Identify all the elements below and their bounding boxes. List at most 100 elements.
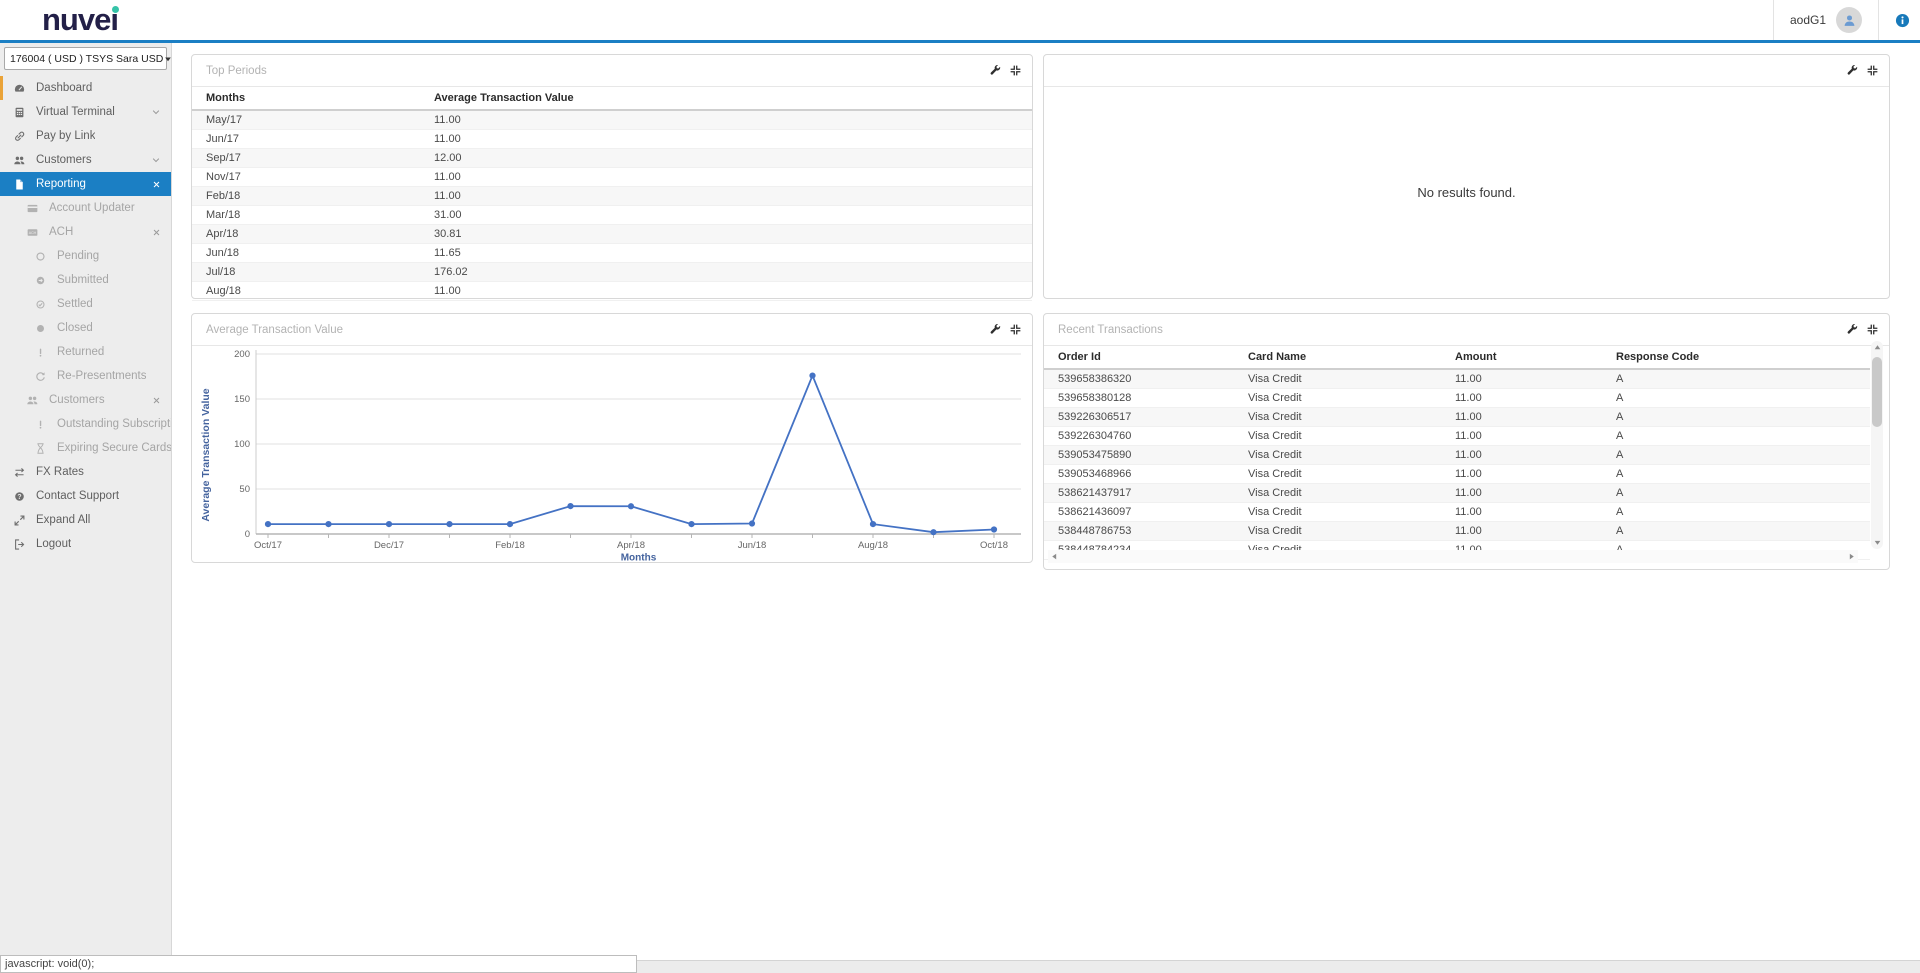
caret-down-icon xyxy=(163,54,173,64)
scroll-up-icon[interactable] xyxy=(1871,341,1884,354)
close-icon[interactable] xyxy=(151,395,162,406)
chart-y-axis-label: Average Transaction Value xyxy=(200,355,212,555)
sidebar-item-label: Expand All xyxy=(36,514,90,526)
data-point xyxy=(507,521,513,527)
account-selector-value: 176004 ( USD ) TSYS Sara USD xyxy=(10,53,163,65)
table-row[interactable]: Jul/18176.02 xyxy=(192,263,1032,282)
x-tick-label: Feb/18 xyxy=(495,540,525,551)
table-cell: A xyxy=(1602,369,1870,389)
table-cell: 11.00 xyxy=(1441,427,1602,446)
sidebar-menu: DashboardVirtual TerminalPay by LinkCust… xyxy=(0,76,171,556)
scroll-down-icon[interactable] xyxy=(1871,536,1884,549)
chevron-down-icon xyxy=(150,106,162,118)
sidebar-item-logout[interactable]: Logout xyxy=(0,532,171,556)
chart-area: Average Transaction Value 050100150200Oc… xyxy=(192,346,1032,562)
sidebar-item-dashboard[interactable]: Dashboard xyxy=(0,76,171,100)
vertical-scrollbar[interactable] xyxy=(1871,341,1883,549)
sidebar-item-pending[interactable]: Pending xyxy=(0,244,171,268)
link-icon xyxy=(12,130,27,143)
sidebar-item-contact-support[interactable]: ? Contact Support xyxy=(0,484,171,508)
sidebar-item-closed[interactable]: Closed xyxy=(0,316,171,340)
table-row[interactable]: Nov/1711.00 xyxy=(192,168,1032,187)
horizontal-scrollbar[interactable] xyxy=(1048,550,1858,563)
table-row[interactable]: 538448786753Visa Credit11.00A xyxy=(1044,522,1870,541)
table-row[interactable]: Apr/1830.81 xyxy=(192,225,1032,244)
sidebar-item-fx-rates[interactable]: FX Rates xyxy=(0,460,171,484)
close-icon[interactable] xyxy=(151,227,162,238)
table-row[interactable]: 539658386320Visa Credit11.00A xyxy=(1044,369,1870,389)
data-point xyxy=(325,521,331,527)
vertical-scrollbar-thumb[interactable] xyxy=(1872,357,1882,427)
table-cell: May/17 xyxy=(192,110,420,130)
table-row[interactable]: Jun/1711.00 xyxy=(192,130,1032,149)
table-cell: A xyxy=(1602,408,1870,427)
table-row[interactable]: 539658380128Visa Credit11.00A xyxy=(1044,389,1870,408)
table-cell: 11.00 xyxy=(1441,484,1602,503)
sidebar-item-re-presentments[interactable]: Re-Presentments xyxy=(0,364,171,388)
scroll-left-icon[interactable] xyxy=(1048,550,1061,563)
table-cell: 176.02 xyxy=(420,263,1032,282)
table-row[interactable]: Jun/1811.65 xyxy=(192,244,1032,263)
data-point xyxy=(688,521,694,527)
wrench-icon[interactable] xyxy=(989,323,1002,336)
data-point xyxy=(930,529,936,535)
wrench-icon[interactable] xyxy=(1846,64,1859,77)
account-selector[interactable]: 176004 ( USD ) TSYS Sara USD xyxy=(4,47,167,70)
data-point xyxy=(749,520,755,526)
sidebar-item-label: Dashboard xyxy=(36,82,92,94)
sidebar-item-submitted[interactable]: Submitted xyxy=(0,268,171,292)
close-icon[interactable] xyxy=(151,179,162,190)
table-row[interactable]: 539226304760Visa Credit11.00A xyxy=(1044,427,1870,446)
compress-icon[interactable] xyxy=(1866,323,1879,336)
table-cell: A xyxy=(1602,522,1870,541)
sidebar-item-returned[interactable]: Returned xyxy=(0,340,171,364)
compress-icon[interactable] xyxy=(1009,323,1022,336)
y-tick-label: 200 xyxy=(234,349,250,360)
table-row[interactable]: 538621436097Visa Credit11.00A xyxy=(1044,503,1870,522)
logo-text: nuvei xyxy=(42,2,118,37)
table-row[interactable]: 538621437917Visa Credit11.00A xyxy=(1044,484,1870,503)
sidebar-item-ach[interactable]: ACHACH xyxy=(0,220,171,244)
table-row[interactable]: May/1711.00 xyxy=(192,110,1032,130)
sidebar-item-virtual-terminal[interactable]: Virtual Terminal xyxy=(0,100,171,124)
info-icon[interactable] xyxy=(1895,13,1910,28)
sidebar-item-pay-by-link[interactable]: Pay by Link xyxy=(0,124,171,148)
scroll-right-icon[interactable] xyxy=(1845,550,1858,563)
table-row[interactable]: 539053468966Visa Credit11.00A xyxy=(1044,465,1870,484)
table-row[interactable]: 539053475890Visa Credit11.00A xyxy=(1044,446,1870,465)
table-row[interactable]: Sep/1712.00 xyxy=(192,149,1032,168)
sidebar-item-customers[interactable]: Customers xyxy=(0,148,171,172)
sidebar-item-expand-all[interactable]: Expand All xyxy=(0,508,171,532)
panel-actions xyxy=(1846,64,1879,77)
expand-icon xyxy=(12,514,27,527)
sidebar-item-outstanding-subscriptions[interactable]: Outstanding Subscriptions xyxy=(0,412,171,436)
wrench-icon[interactable] xyxy=(989,64,1002,77)
sidebar-item-reporting[interactable]: Reporting xyxy=(0,172,171,196)
wrench-icon[interactable] xyxy=(1846,323,1859,336)
sidebar-item-label: Account Updater xyxy=(49,202,135,214)
no-results-panel: No results found. xyxy=(1043,54,1890,299)
sidebar-item-label: Contact Support xyxy=(36,490,119,502)
column-header: Months xyxy=(192,87,420,110)
sidebar-item-expiring-secure-cards[interactable]: Expiring Secure Cards xyxy=(0,436,171,460)
table-row[interactable]: Mar/1831.00 xyxy=(192,206,1032,225)
compress-icon[interactable] xyxy=(1009,64,1022,77)
table-row[interactable]: Feb/1811.00 xyxy=(192,187,1032,206)
avatar[interactable] xyxy=(1836,7,1862,33)
panel-header: Top Periods xyxy=(192,55,1032,87)
sidebar-item-account-updater[interactable]: Account Updater xyxy=(0,196,171,220)
table-cell: 11.00 xyxy=(420,110,1032,130)
table-cell: A xyxy=(1602,503,1870,522)
sidebar-item-label: Virtual Terminal xyxy=(36,106,115,118)
y-tick-label: 50 xyxy=(239,484,250,495)
table-cell: 539053475890 xyxy=(1044,446,1234,465)
sidebar-item-settled[interactable]: Settled xyxy=(0,292,171,316)
compress-icon[interactable] xyxy=(1866,64,1879,77)
table-row[interactable]: Aug/1811.00 xyxy=(192,282,1032,301)
top-header: nuvei aodG1 xyxy=(0,0,1920,43)
circle-icon xyxy=(33,322,48,335)
sidebar-item-customers[interactable]: Customers xyxy=(0,388,171,412)
sidebar-item-label: Returned xyxy=(57,346,104,358)
table-row[interactable]: 539226306517Visa Credit11.00A xyxy=(1044,408,1870,427)
svg-text:?: ? xyxy=(17,493,21,500)
